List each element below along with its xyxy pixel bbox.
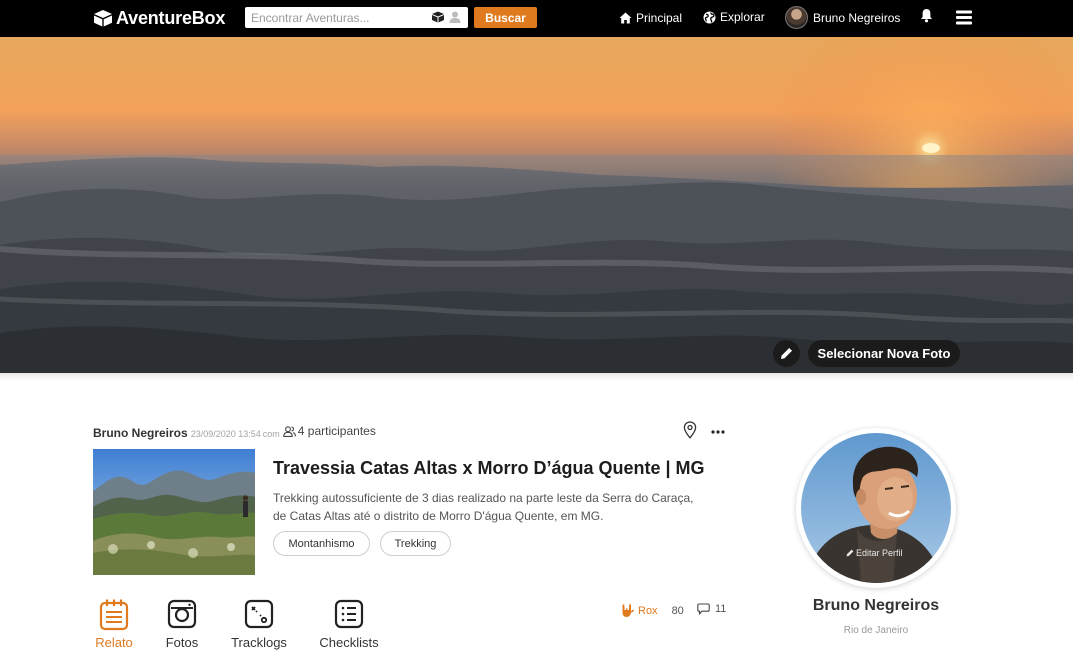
box-filter-icon[interactable] xyxy=(431,10,445,24)
brand-name: AventureBox xyxy=(116,7,226,28)
post-thumbnail-image xyxy=(93,449,255,575)
nav-explore-label: Explorar xyxy=(720,10,765,24)
top-navbar: AventureBox Buscar Principal Explorar Br… xyxy=(0,0,1073,37)
more-icon[interactable] xyxy=(711,430,725,434)
profile-avatar-image xyxy=(801,433,951,583)
rox-label: Rox xyxy=(638,604,658,617)
post-meta: Bruno Negreiros 23/09/2020 13:54 com 4 p… xyxy=(93,424,376,440)
rock-hand-icon xyxy=(622,604,634,617)
edit-cover-button[interactable] xyxy=(773,340,800,367)
pencil-icon xyxy=(846,549,854,557)
bell-icon[interactable] xyxy=(920,8,933,23)
post-description: Trekking autossuficiente de 3 dias reali… xyxy=(273,491,694,523)
search-input[interactable] xyxy=(245,7,425,28)
map-icon xyxy=(244,599,274,629)
post-timestamp: 23/09/2020 13:54 xyxy=(190,428,261,439)
edit-profile-label: Editar Perfil xyxy=(856,548,903,558)
comment-icon xyxy=(697,603,710,615)
participants-link[interactable]: 4 participantes xyxy=(283,424,376,438)
camera-icon xyxy=(167,599,197,629)
select-new-photo-button[interactable]: Selecionar Nova Foto xyxy=(808,340,960,367)
post-author[interactable]: Bruno Negreiros xyxy=(93,426,188,440)
post-title[interactable]: Travessia Catas Altas x Morro D’água Que… xyxy=(273,458,705,479)
nav-user[interactable]: Bruno Negreiros xyxy=(813,10,900,26)
profile-city: Rio de Janeiro xyxy=(843,625,909,636)
user-avatar[interactable] xyxy=(785,6,808,29)
nav-home[interactable]: Principal xyxy=(619,10,682,26)
cover-photo: Selecionar Nova Foto xyxy=(0,37,1073,373)
edit-profile-link[interactable]: Editar Perfil xyxy=(846,548,903,558)
nav-home-label: Principal xyxy=(636,11,683,25)
search-button[interactable]: Buscar xyxy=(474,7,537,28)
tab-checklists-label: Checklists xyxy=(319,635,379,650)
tab-relato[interactable]: Relato xyxy=(95,598,133,650)
users-icon xyxy=(283,425,296,437)
post-thumbnail[interactable] xyxy=(93,449,255,575)
comments-count: 11 xyxy=(715,603,727,615)
menu-icon[interactable] xyxy=(956,10,972,25)
comments-button[interactable]: 11 xyxy=(697,603,726,615)
participants-label: 4 participantes xyxy=(297,424,376,438)
globe-icon xyxy=(703,11,716,23)
pencil-icon xyxy=(781,348,792,359)
nav-user-name: Bruno Negreiros xyxy=(813,11,901,25)
map-pin-icon[interactable] xyxy=(683,421,697,439)
tab-tracklogs[interactable]: Tracklogs xyxy=(230,598,288,650)
rox-button[interactable]: Rox 80 xyxy=(620,603,684,618)
notebook-icon xyxy=(99,599,129,631)
user-filter-icon[interactable] xyxy=(448,10,462,24)
profile-avatar[interactable] xyxy=(801,433,951,583)
tag-montanhismo[interactable]: Montanhismo xyxy=(273,531,370,556)
tag-trekking[interactable]: Trekking xyxy=(380,531,451,556)
cover-shadow xyxy=(0,373,1073,381)
box-icon xyxy=(94,10,112,27)
cover-landscape xyxy=(0,37,1073,373)
search-box xyxy=(245,7,468,28)
profile-name[interactable]: Bruno Negreiros xyxy=(796,597,956,615)
brand-logo[interactable]: AventureBox xyxy=(93,7,225,29)
post-with-text: com xyxy=(262,428,280,439)
tab-relato-label: Relato xyxy=(95,635,133,650)
home-icon xyxy=(619,12,632,24)
tab-fotos-label: Fotos xyxy=(165,635,199,650)
tab-fotos[interactable]: Fotos xyxy=(163,598,201,650)
nav-explore[interactable]: Explorar xyxy=(703,9,765,25)
tab-tracklogs-label: Tracklogs xyxy=(231,635,287,650)
checklist-icon xyxy=(334,599,364,629)
tab-checklists[interactable]: Checklists xyxy=(318,598,380,650)
rox-count: 80 xyxy=(671,604,684,617)
